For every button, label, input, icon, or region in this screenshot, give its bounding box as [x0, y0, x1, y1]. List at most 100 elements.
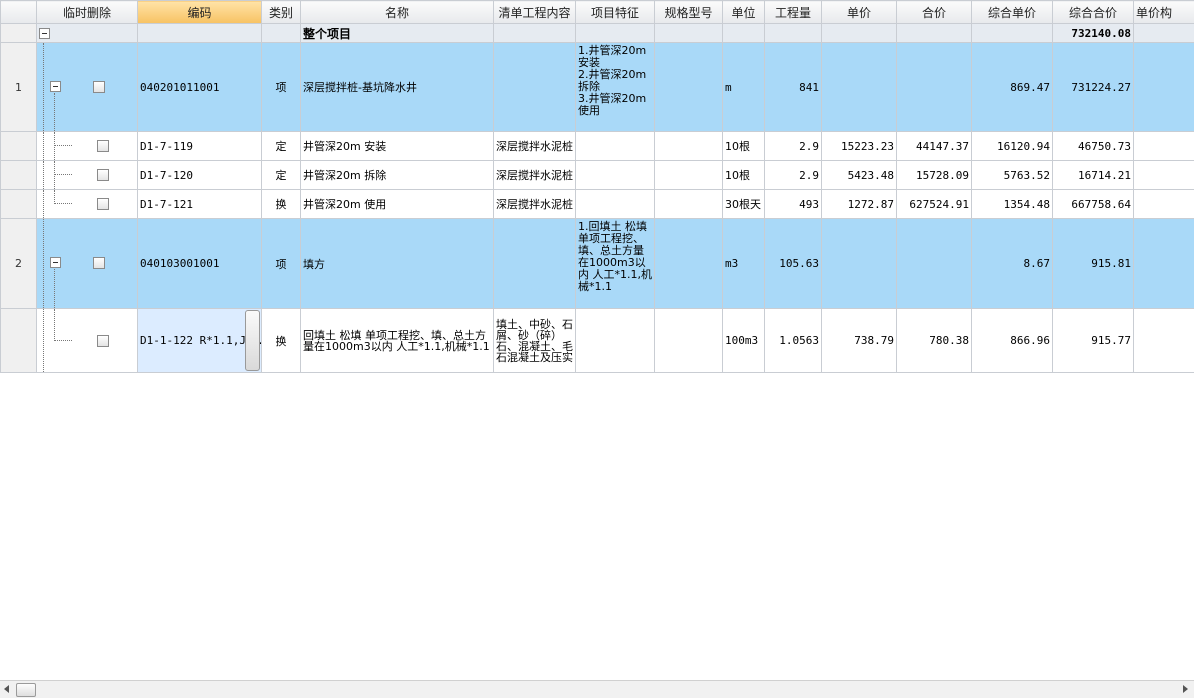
delete-checkbox[interactable]	[93, 81, 105, 93]
quota-name[interactable]: 回填土 松填 单项工程挖、填、总土方量在1000m3以内 人工*1.1,机械*1…	[301, 309, 494, 373]
quota-sum[interactable]: 627524.91	[897, 190, 972, 219]
project-name[interactable]: 整个项目	[301, 24, 494, 43]
quota-comp-total[interactable]: 16714.21	[1053, 161, 1134, 190]
col-header-price[interactable]: 单价	[822, 1, 897, 24]
horizontal-scrollbar[interactable]	[0, 680, 1194, 698]
quota-type[interactable]: 换	[262, 190, 301, 219]
quota-price[interactable]: 5423.48	[822, 161, 897, 190]
item-unit[interactable]: m3	[723, 219, 765, 309]
quota-code[interactable]: D1-7-121	[138, 190, 262, 219]
tree-cell[interactable]	[37, 161, 138, 190]
row-header[interactable]	[1, 24, 37, 43]
quota-unit[interactable]: 10根	[723, 132, 765, 161]
quota-price[interactable]: 15223.23	[822, 132, 897, 161]
quota-comp-total[interactable]: 915.77	[1053, 309, 1134, 373]
item-comp-total[interactable]: 731224.27	[1053, 43, 1134, 132]
quota-row[interactable]: D1-1-122 R*1.1,J*1… 换 回填土 松填 单项工程挖、填、总土方…	[1, 309, 1194, 373]
list-item-row[interactable]: 2 040103001001 项 填方 1.回填土 松填 单项工程挖、填、总土方…	[1, 219, 1194, 309]
item-qty[interactable]: 105.63	[765, 219, 822, 309]
item-code[interactable]: 040201011001	[138, 43, 262, 132]
item-comp-price[interactable]: 869.47	[972, 43, 1053, 132]
project-total[interactable]: 732140.08	[1053, 24, 1134, 43]
quota-sum[interactable]: 780.38	[897, 309, 972, 373]
item-qty[interactable]: 841	[765, 43, 822, 132]
quota-name[interactable]: 井管深20m 安装	[301, 132, 494, 161]
quota-content[interactable]: 填土、中砂、石屑、砂（碎）石、混凝土、毛石混凝土及压实	[494, 309, 576, 373]
quota-unit[interactable]: 100m3	[723, 309, 765, 373]
scrollbar-thumb[interactable]	[16, 683, 36, 697]
quota-name[interactable]: 井管深20m 使用	[301, 190, 494, 219]
quota-type[interactable]: 定	[262, 161, 301, 190]
quota-comp-price[interactable]: 866.96	[972, 309, 1053, 373]
quota-content[interactable]: 深层搅拌水泥桩	[494, 190, 576, 219]
delete-checkbox[interactable]	[97, 140, 109, 152]
quota-content[interactable]: 深层搅拌水泥桩	[494, 161, 576, 190]
item-name[interactable]: 填方	[301, 219, 494, 309]
item-comp-price[interactable]: 8.67	[972, 219, 1053, 309]
row-number[interactable]: 2	[1, 219, 37, 309]
tree-cell[interactable]	[37, 219, 138, 309]
delete-checkbox[interactable]	[97, 169, 109, 181]
col-header-sum[interactable]: 合价	[897, 1, 972, 24]
col-header-unit[interactable]: 单位	[723, 1, 765, 24]
quota-code-editor[interactable]: D1-1-122 R*1.1,J*1…	[138, 309, 262, 373]
row-number[interactable]: 1	[1, 43, 37, 132]
tree-cell[interactable]	[37, 132, 138, 161]
quota-type[interactable]: 换	[262, 309, 301, 373]
corner-header[interactable]	[1, 1, 37, 24]
delete-checkbox[interactable]	[93, 257, 105, 269]
quota-qty[interactable]: 1.0563	[765, 309, 822, 373]
delete-checkbox[interactable]	[97, 198, 109, 210]
delete-checkbox[interactable]	[97, 335, 109, 347]
ellipsis-button[interactable]	[245, 310, 260, 371]
quota-code[interactable]: D1-7-120	[138, 161, 262, 190]
tree-cell[interactable]	[37, 24, 138, 43]
quota-sum[interactable]: 44147.37	[897, 132, 972, 161]
quota-comp-total[interactable]: 46750.73	[1053, 132, 1134, 161]
quota-name[interactable]: 井管深20m 拆除	[301, 161, 494, 190]
tree-cell[interactable]	[37, 43, 138, 132]
quota-comp-price[interactable]: 1354.48	[972, 190, 1053, 219]
col-header-code[interactable]: 编码	[138, 1, 262, 24]
item-type[interactable]: 项	[262, 219, 301, 309]
col-header-name[interactable]: 名称	[301, 1, 494, 24]
tree-cell[interactable]	[37, 190, 138, 219]
quota-unit[interactable]: 30根天	[723, 190, 765, 219]
col-header-comp-price[interactable]: 综合单价	[972, 1, 1053, 24]
quota-qty[interactable]: 2.9	[765, 132, 822, 161]
collapse-icon[interactable]	[50, 81, 61, 92]
quota-row[interactable]: D1-7-120 定 井管深20m 拆除 深层搅拌水泥桩 10根 2.9 542…	[1, 161, 1194, 190]
quota-price[interactable]: 1272.87	[822, 190, 897, 219]
item-type[interactable]: 项	[262, 43, 301, 132]
scroll-left-icon[interactable]	[4, 685, 9, 693]
col-header-qty[interactable]: 工程量	[765, 1, 822, 24]
quota-code[interactable]: D1-7-119	[138, 132, 262, 161]
collapse-icon[interactable]	[39, 28, 50, 39]
col-header-temp-delete[interactable]: 临时删除	[37, 1, 138, 24]
item-features[interactable]: 1.井管深20m安装 2.井管深20m拆除 3.井管深20m使用	[576, 43, 655, 132]
collapse-icon[interactable]	[50, 257, 61, 268]
quota-content[interactable]: 深层搅拌水泥桩	[494, 132, 576, 161]
project-row[interactable]: 整个项目 732140.08	[1, 24, 1194, 43]
col-header-features[interactable]: 项目特征	[576, 1, 655, 24]
col-header-price-composition[interactable]: 单价构	[1134, 1, 1194, 24]
col-header-type[interactable]: 类别	[262, 1, 301, 24]
item-features[interactable]: 1.回填土 松填 单项工程挖、填、总土方量在1000m3以内 人工*1.1,机械…	[576, 219, 655, 309]
quota-comp-price[interactable]: 5763.52	[972, 161, 1053, 190]
quota-row[interactable]: D1-7-121 换 井管深20m 使用 深层搅拌水泥桩 30根天 493 12…	[1, 190, 1194, 219]
item-code[interactable]: 040103001001	[138, 219, 262, 309]
quota-sum[interactable]: 15728.09	[897, 161, 972, 190]
quota-row[interactable]: D1-7-119 定 井管深20m 安装 深层搅拌水泥桩 10根 2.9 152…	[1, 132, 1194, 161]
tree-cell[interactable]	[37, 309, 138, 373]
quota-comp-price[interactable]: 16120.94	[972, 132, 1053, 161]
quota-qty[interactable]: 2.9	[765, 161, 822, 190]
quota-unit[interactable]: 10根	[723, 161, 765, 190]
item-comp-total[interactable]: 915.81	[1053, 219, 1134, 309]
col-header-comp-total[interactable]: 综合合价	[1053, 1, 1134, 24]
scroll-right-icon[interactable]	[1183, 685, 1188, 693]
quota-qty[interactable]: 493	[765, 190, 822, 219]
quota-comp-total[interactable]: 667758.64	[1053, 190, 1134, 219]
col-header-content[interactable]: 清单工程内容	[494, 1, 576, 24]
current-row-indicator[interactable]	[1, 309, 37, 373]
item-name[interactable]: 深层搅拌桩-基坑降水井	[301, 43, 494, 132]
